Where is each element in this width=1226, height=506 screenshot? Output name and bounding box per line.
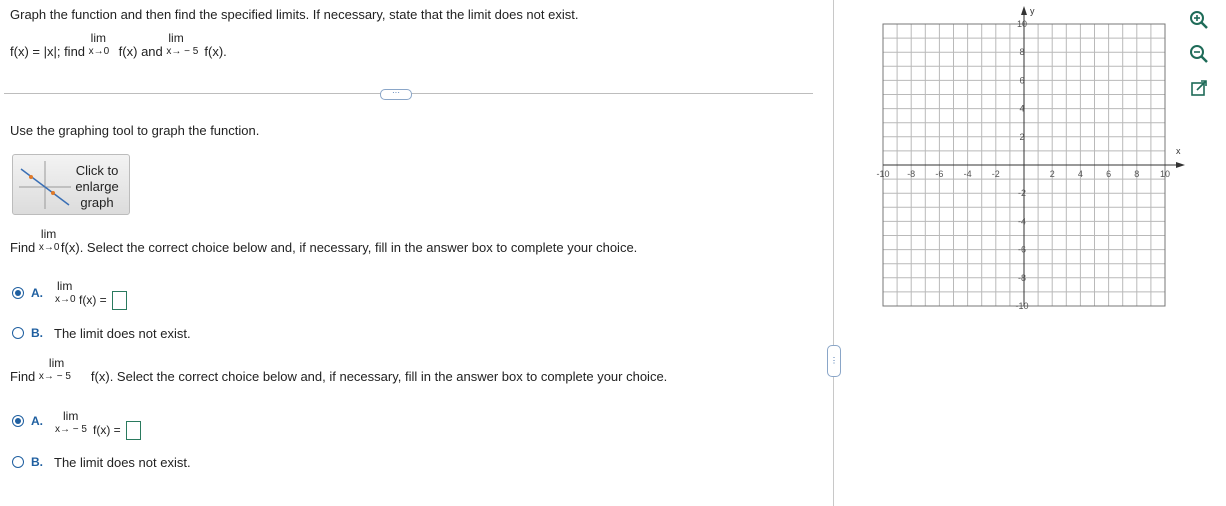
x-tick-label: -10: [876, 169, 889, 179]
part2-option-b-text: The limit does not exist.: [54, 455, 191, 470]
x-axis-arrow: [1176, 162, 1185, 168]
x-tick-label: -8: [907, 169, 915, 179]
y-tick-label: -6: [1018, 245, 1026, 255]
limit-expression-m5: lim x→ − 5: [166, 31, 199, 57]
x-tick-label: 6: [1106, 169, 1111, 179]
enlarge-graph-button[interactable]: Click to enlarge graph: [12, 154, 130, 215]
y-axis-arrow: [1021, 6, 1027, 15]
y-tick-label: 2: [1019, 132, 1024, 142]
part1-option-a-letter: A.: [31, 286, 43, 300]
part2-option-b-letter: B.: [31, 455, 43, 469]
part2-answer-box[interactable]: [126, 421, 142, 441]
y-tick-label: -2: [1018, 188, 1026, 198]
popout-icon[interactable]: [1187, 76, 1211, 100]
part2-prompt: Find lim x→ − 5 f(x). Select the correct c…: [10, 356, 668, 384]
y-tick-label: -8: [1018, 273, 1026, 283]
expand-divider-button[interactable]: ···: [380, 89, 412, 100]
part2-option-a-radio[interactable]: [12, 415, 24, 427]
part1-option-a-radio[interactable]: [12, 287, 24, 299]
graph-tool-instruction: Use the graphing tool to graph the funct…: [10, 123, 260, 138]
part1-option-b-text: The limit does not exist.: [54, 326, 191, 341]
x-tick-label: 8: [1134, 169, 1139, 179]
y-tick-label: 6: [1019, 75, 1024, 85]
y-tick-label: 4: [1019, 104, 1024, 114]
y-tick-label: 8: [1019, 47, 1024, 57]
part2-option-b-radio[interactable]: [12, 456, 24, 468]
thumbnail-label: Click to enlarge graph: [75, 163, 119, 210]
function-definition: f(x) = |x|; find: [10, 44, 86, 59]
y-tick-label: 10: [1017, 19, 1027, 29]
part2-option-a-expression: lim x→ − 5 f(x) =: [55, 409, 142, 441]
part1-option-b-radio[interactable]: [12, 327, 24, 339]
part2-option-a-letter: A.: [31, 414, 43, 428]
splitter-handle[interactable]: ⋮: [827, 345, 841, 377]
limit-expression-0: lim x→0: [88, 31, 110, 57]
part1-option-a-expression: lim x→0 f(x) =: [55, 279, 128, 311]
zoom-out-icon[interactable]: [1187, 42, 1211, 66]
part2-limit: lim x→ − 5: [38, 356, 71, 382]
coordinate-grid[interactable]: x y -10 -8 -6 -4 -2 2 4 6 8 10 10 8 6 4 2 -2 -4 -6 -8 -10: [860, 0, 1190, 330]
question-instruction: Graph the function and then find the spe…: [10, 7, 579, 22]
panel-splitter: [833, 0, 834, 506]
part1-prompt: Find lim x→0 f(x). Select the correct choi…: [10, 227, 638, 255]
x-tick-label: 2: [1050, 169, 1055, 179]
y-tick-label: -4: [1018, 216, 1026, 226]
x-tick-label: -2: [992, 169, 1000, 179]
x-tick-label: -6: [935, 169, 943, 179]
part1-limit: lim x→0: [38, 227, 60, 253]
part1-option-b-letter: B.: [31, 326, 43, 340]
y-axis-label: y: [1030, 6, 1035, 16]
x-tick-label: -4: [964, 169, 972, 179]
zoom-in-icon[interactable]: [1187, 8, 1211, 32]
graph-thumbnail-icon: [19, 161, 71, 209]
x-tick-label: 4: [1078, 169, 1083, 179]
x-axis-label: x: [1176, 146, 1181, 156]
part1-answer-box[interactable]: [112, 291, 128, 311]
x-tick-label: 10: [1160, 169, 1170, 179]
y-tick-label: -10: [1015, 301, 1028, 311]
question-function-line: f(x) = |x|; find lim x→0 f(x) and lim x→ − …: [10, 31, 227, 59]
